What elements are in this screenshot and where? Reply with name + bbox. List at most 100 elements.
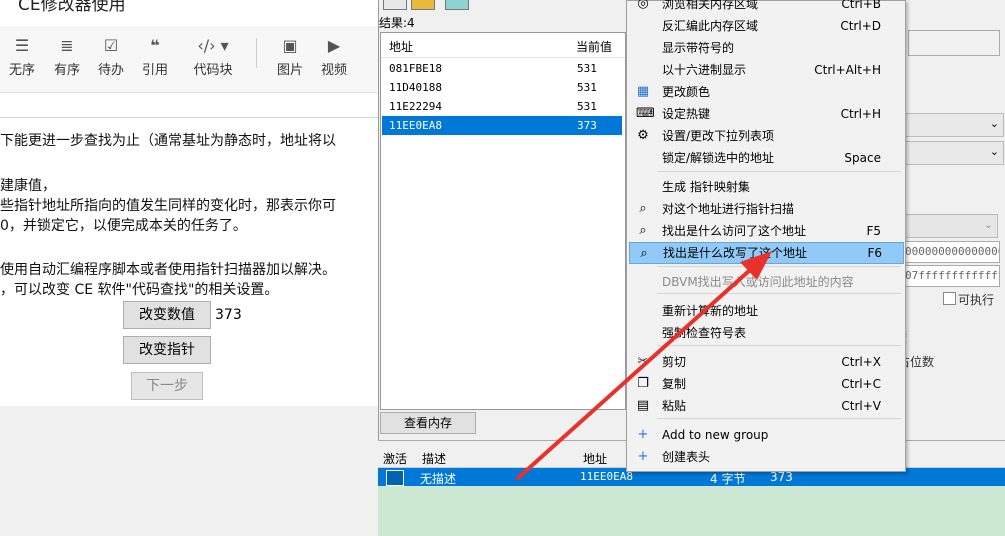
menu-item-label: 剪切 <box>662 355 687 369</box>
found-count: 结果:4 <box>379 16 415 30</box>
editor-input-line[interactable] <box>0 93 380 118</box>
menu-item[interactable]: ✂ 剪切 Ctrl+X <box>629 351 902 373</box>
menu-item-shortcut: Ctrl+H <box>840 107 881 121</box>
toolbar-video-button[interactable]: ▶ 视频 <box>312 36 356 78</box>
menu-item[interactable]: 锁定/解锁选中的地址 Space <box>629 147 902 169</box>
find-access-icon: ⌕ <box>639 223 647 238</box>
tutorial-line: 建康值， <box>0 178 56 194</box>
menu-item-shortcut: Ctrl+X <box>841 355 881 369</box>
binoculars-icon: ◎ <box>637 0 649 11</box>
found-row[interactable]: 081FBE18 531 <box>382 59 622 78</box>
context-menu: ◎ 浏览相关内存区域 Ctrl+B 反汇编此内存区域 Ctrl+D 显示带符号的 以十六进制… <box>626 0 906 472</box>
video-icon: ▶ <box>327 36 341 55</box>
col-address[interactable]: 地址 <box>583 450 607 467</box>
tutorial-line: 下能更进一步查找为止（通常基址为静态时，地址将以 <box>0 133 336 149</box>
menu-item-label: 锁定/解锁选中的地址 <box>662 151 775 165</box>
save-icon[interactable] <box>445 0 469 10</box>
menu-separator <box>657 266 901 267</box>
menu-item-label: 创建表头 <box>662 450 711 464</box>
toolbar-image-button[interactable]: ▣ 图片 <box>268 36 312 78</box>
tutorial-panel: 下能更进一步查找为止（通常基址为静态时，地址将以 建康值， 些指针地址所指向的值… <box>0 118 380 406</box>
menu-item[interactable]: 反汇编此内存区域 Ctrl+D <box>629 15 902 37</box>
row-type: 4 字节 <box>710 472 746 486</box>
menu-item[interactable]: ▦ 更改颜色 <box>629 81 902 103</box>
row-value: 373 <box>770 470 793 484</box>
change-value-button[interactable]: 改变数值 <box>123 301 211 329</box>
menu-item-shortcut: F5 <box>866 224 881 238</box>
toolbar-codeblock-button[interactable]: ‹/› ▾ 代码块 <box>184 36 242 78</box>
found-row-selected[interactable]: 11EE0EA8 373 <box>382 116 622 135</box>
menu-item-label: 找出是什么改写了这个地址 <box>663 246 808 260</box>
memory-view-button[interactable]: 查看内存 <box>380 412 476 434</box>
stop-address-input[interactable]: 07ffffffffffffff <box>902 265 1000 287</box>
color-palette-icon: ▦ <box>636 84 650 99</box>
editor-window: ☰ 无序 ≣ 有序 ☑ 待办 ❝ 引用 ‹/› ▾ 代码块 ▣ 图片 ▶ 视频 下能更进一步查… <box>0 0 380 406</box>
row-description: 无描述 <box>420 472 457 486</box>
menu-item-label: 粘贴 <box>662 399 687 413</box>
copy-icon: ❐ <box>637 376 649 391</box>
menu-item[interactable]: ⌕ 找出是什么访问了这个地址 F5 <box>629 220 902 242</box>
scan-type-dropdown[interactable]: ⌄ <box>902 113 1004 137</box>
start-address-input[interactable]: 0000000000000000 <box>902 241 1000 263</box>
menu-item[interactable]: ⌕ 对这个地址进行指针扫描 <box>629 198 902 220</box>
open-process-icon[interactable] <box>383 0 407 10</box>
menu-item-label: 重新计算新的地址 <box>662 304 759 318</box>
menu-item[interactable]: 以十六进制显示 Ctrl+Alt+H <box>629 59 902 81</box>
toolbar-unordered-button[interactable]: ☰ 无序 <box>0 36 44 78</box>
hotkey-icon: ⌨ <box>636 106 655 121</box>
menu-item-label: 对这个地址进行指针扫描 <box>662 202 795 216</box>
found-row[interactable]: 11E22294 531 <box>382 97 622 116</box>
col-current-value[interactable]: 当前值 <box>576 38 612 55</box>
toolbar-quote-button[interactable]: ❝ 引用 <box>133 36 177 78</box>
menu-item[interactable]: ▤ 粘贴 Ctrl+V <box>629 395 902 417</box>
value-type-dropdown[interactable]: ⌄ <box>902 141 1004 165</box>
image-icon: ▣ <box>282 36 298 55</box>
found-list-header: 地址 当前值 <box>381 33 625 58</box>
found-address-list[interactable]: 地址 当前值 081FBE18 531 11D40188 531 11E22294 5… <box>380 32 626 410</box>
tutorial-line: ，可以改变 CE 软件"代码查找"的相关设置。 <box>0 282 279 298</box>
menu-item[interactable]: + 创建表头 <box>629 446 902 468</box>
menu-item[interactable]: + Add to new group <box>629 424 902 446</box>
col-address[interactable]: 地址 <box>389 38 413 55</box>
editor-title: CE修改器使用 <box>18 0 126 15</box>
menu-item-shortcut: Ctrl+D <box>840 19 881 33</box>
col-active[interactable]: 激活 <box>383 450 407 467</box>
menu-item[interactable]: ❐ 复制 Ctrl+C <box>629 373 902 395</box>
open-file-icon[interactable] <box>411 0 435 10</box>
found-row[interactable]: 11D40188 531 <box>382 78 622 97</box>
menu-item[interactable]: 显示带符号的 <box>629 37 902 59</box>
change-pointer-button[interactable]: 改变指针 <box>123 336 211 364</box>
col-description[interactable]: 描述 <box>422 450 446 467</box>
ce-scan-options: ⌄ ⌄ ⌄ 0000000000000000 07ffffffffffffff … <box>898 0 1005 440</box>
menu-separator <box>657 293 901 294</box>
menu-separator <box>657 418 901 419</box>
menu-item[interactable]: DBVM找出写入或访问此地址的内容 <box>629 271 902 293</box>
toolbar-ordered-button[interactable]: ≣ 有序 <box>45 36 89 78</box>
paste-icon: ▤ <box>636 398 650 413</box>
menu-item-label: 复制 <box>662 377 687 391</box>
menu-item[interactable]: ⌕ 找出是什么改写了这个地址 F6 <box>629 242 904 264</box>
executable-checkbox[interactable] <box>943 292 956 305</box>
settings-gear-icon: ⚙ <box>637 128 649 143</box>
menu-item[interactable]: ⌨ 设定热键 Ctrl+H <box>629 103 902 125</box>
toolbar-todo-button[interactable]: ☑ 待办 <box>89 36 133 78</box>
menu-item-label: 生成 指针映射集 <box>662 180 750 194</box>
menu-separator <box>657 171 901 172</box>
menu-item-label: DBVM找出写入或访问此地址的内容 <box>662 275 854 289</box>
menu-item[interactable]: ◎ 浏览相关内存区域 Ctrl+B <box>629 0 902 15</box>
menu-item[interactable]: ⚙ 设置/更改下拉列表项 <box>629 125 902 147</box>
quote-icon: ❝ <box>150 36 160 55</box>
menu-item[interactable]: 强制检查符号表 <box>629 322 902 344</box>
chevron-down-icon: ⌄ <box>983 218 993 231</box>
menu-item-shortcut: Ctrl+V <box>841 399 881 413</box>
menu-item-label: Add to new group <box>662 428 769 442</box>
scan-input-box[interactable] <box>908 30 1000 56</box>
menu-item-shortcut: Ctrl+Alt+H <box>814 63 881 77</box>
menu-item-shortcut: Space <box>844 151 881 165</box>
unordered-list-icon: ☰ <box>14 36 30 55</box>
next-step-button[interactable]: 下一步 <box>131 372 203 400</box>
menu-item[interactable]: 生成 指针映射集 <box>629 176 902 198</box>
memory-region-dropdown[interactable]: ⌄ <box>902 214 998 238</box>
menu-item[interactable]: 重新计算新的地址 <box>629 300 902 322</box>
active-checkbox[interactable] <box>386 470 404 486</box>
